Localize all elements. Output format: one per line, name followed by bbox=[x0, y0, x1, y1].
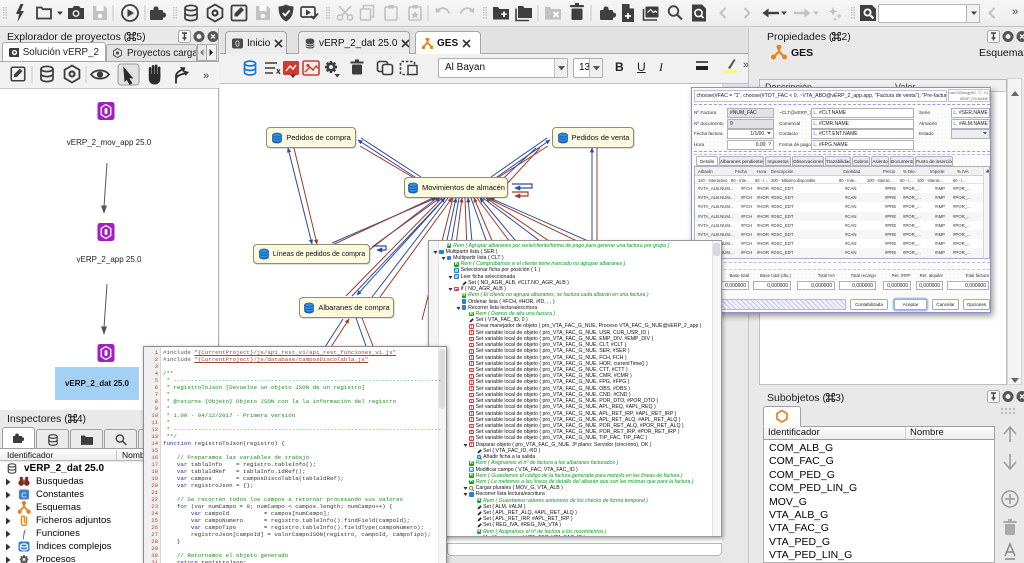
svg-text:C: C bbox=[21, 490, 27, 499]
svg-text:»: » bbox=[203, 70, 209, 82]
svg-text:0: 0 bbox=[235, 39, 240, 48]
svg-text:f: f bbox=[23, 529, 27, 540]
